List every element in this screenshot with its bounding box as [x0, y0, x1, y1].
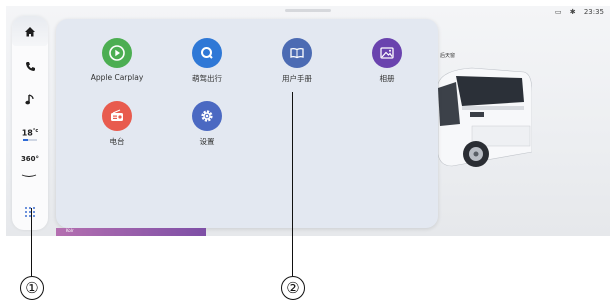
home-icon	[25, 27, 35, 37]
app-user-manual[interactable]: 用户手册	[262, 38, 332, 84]
temperature-value: 18°c	[21, 128, 39, 138]
dock-360-view-button[interactable]: 360°	[12, 154, 48, 180]
infotainment-screen: ▭ ✱ 23:35 后天窗 18°c 360° Apple Carplay 萌驾…	[6, 6, 610, 236]
scene-label: 后天窗	[440, 53, 456, 59]
bottom-strip-label: Kolr	[66, 228, 74, 233]
app-apple-carplay[interactable]: Apple Carplay	[82, 38, 152, 82]
sim-icon: ▭	[554, 8, 562, 16]
callout-line-1	[31, 208, 32, 276]
radio-icon	[102, 101, 132, 131]
view-360-label: 360°	[20, 154, 40, 163]
pull-down-handle[interactable]	[285, 9, 331, 12]
dock-music-button[interactable]	[12, 88, 48, 112]
status-bar: ▭ ✱ 23:35	[549, 8, 604, 16]
status-time: 23:35	[583, 8, 604, 16]
gear-icon	[192, 101, 222, 131]
phone-icon	[25, 61, 35, 71]
app-radio[interactable]: 电台	[82, 101, 152, 147]
dock-home-button[interactable]	[12, 20, 48, 44]
vehicle-image	[437, 67, 532, 167]
app-gallery[interactable]: 相册	[352, 38, 422, 84]
callout-line-2	[292, 92, 293, 276]
app-launcher-panel: Apple Carplay 萌驾出行 用户手册 相册 电台 设置	[56, 19, 438, 228]
side-dock: 18°c 360°	[12, 16, 48, 230]
callout-marker-1: ①	[20, 276, 44, 300]
bluetooth-icon: ✱	[569, 8, 576, 16]
view-360-icon	[21, 174, 37, 177]
book-icon	[282, 38, 312, 68]
dock-apps-button[interactable]	[12, 200, 48, 224]
app-settings[interactable]: 设置	[172, 101, 242, 147]
search-icon	[192, 38, 222, 68]
temperature-bar	[22, 138, 37, 141]
dock-phone-button[interactable]	[12, 54, 48, 78]
app-mengjia-travel[interactable]: 萌驾出行	[172, 38, 242, 84]
apps-grid-icon	[25, 207, 35, 217]
carplay-icon	[102, 38, 132, 68]
callout-marker-2: ②	[281, 276, 305, 300]
gallery-icon	[372, 38, 402, 68]
music-icon	[25, 94, 34, 105]
bottom-media-strip[interactable]: Kolr	[56, 228, 206, 236]
dock-temperature-control[interactable]: 18°c	[12, 122, 48, 146]
